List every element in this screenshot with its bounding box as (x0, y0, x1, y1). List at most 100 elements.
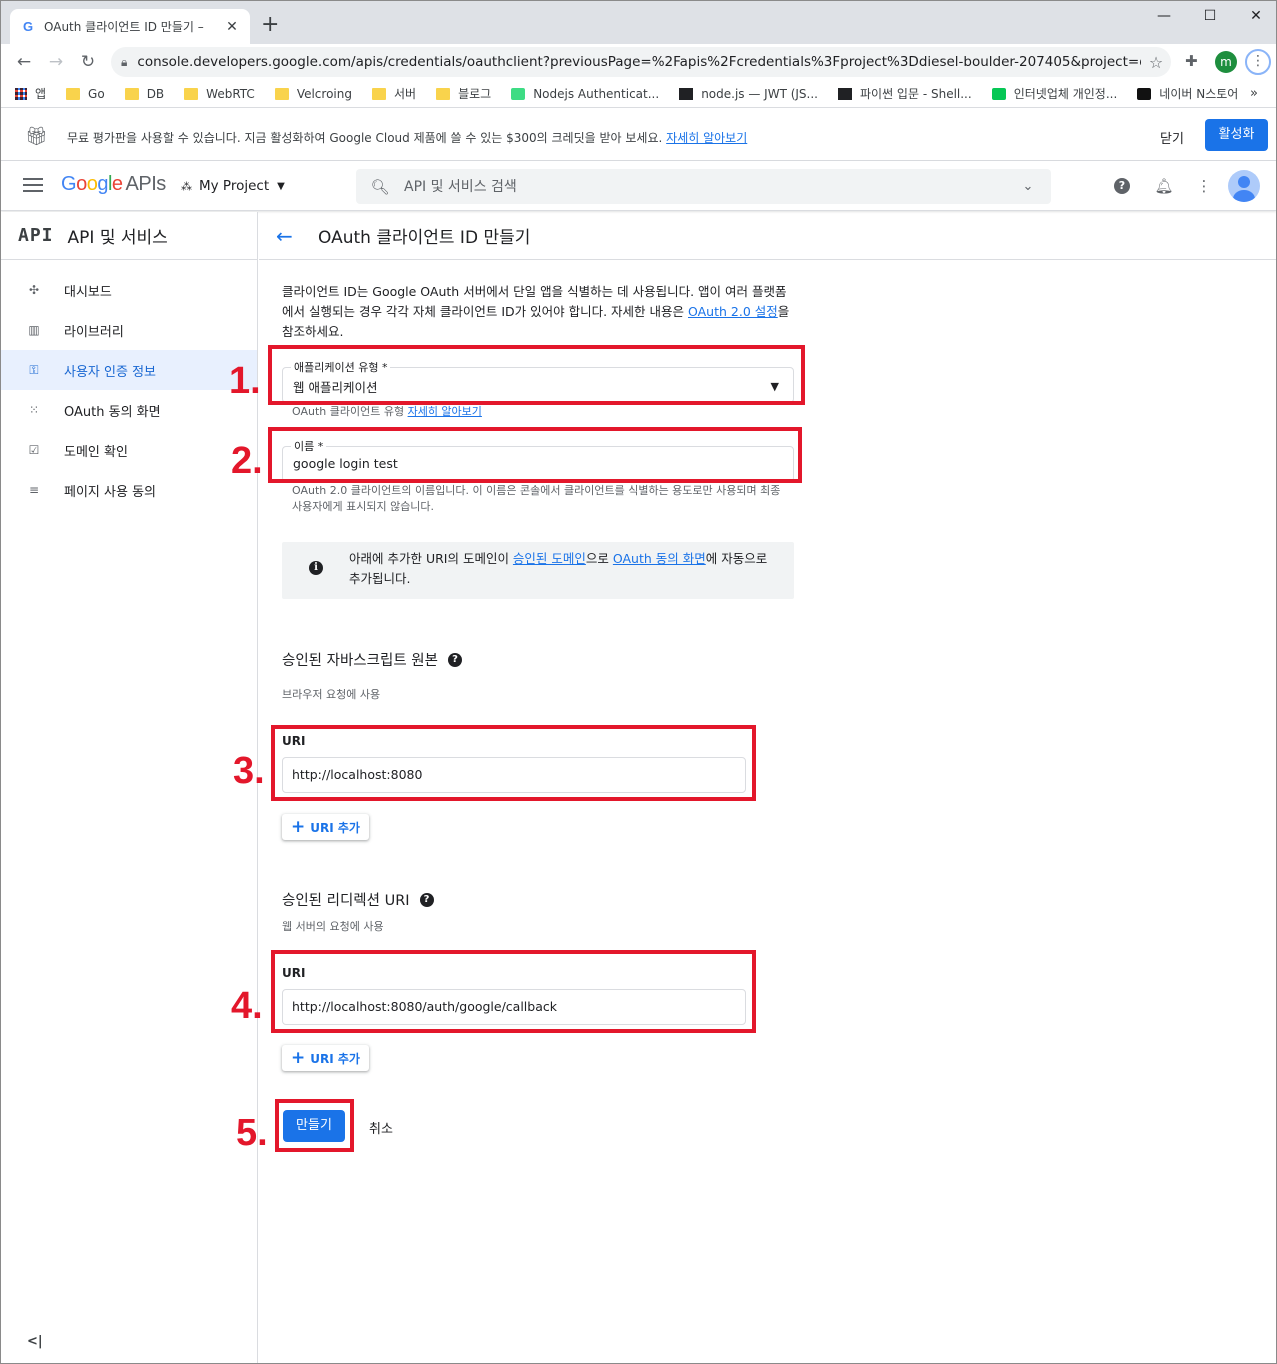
application-type-label: 애플리케이션 유형 * (291, 359, 391, 375)
notifications-icon[interactable]: 🔔︎ (1154, 176, 1174, 196)
search-bar[interactable]: 🔍︎ ⌄ (356, 169, 1051, 204)
redirect-uri-label: URI (282, 966, 306, 980)
bookmark-item[interactable]: WebRTC (184, 87, 255, 101)
google-apis-logo[interactable]: Google APIs (61, 173, 166, 196)
authorized-domains-link[interactable]: 승인된 도메인 (513, 551, 586, 566)
site-icon (511, 87, 526, 100)
page-header: ← OAuth 클라이언트 ID 만들기 (259, 212, 1276, 260)
annotation-step-3: 3. (233, 750, 265, 792)
redirect-uri-field[interactable] (282, 989, 746, 1025)
library-icon: ▥ (28, 323, 40, 337)
back-icon[interactable]: ← (13, 51, 35, 73)
redirect-uri-input[interactable] (292, 999, 732, 1014)
new-tab-icon[interactable]: + (261, 13, 279, 37)
info-text: 아래에 추가한 URI의 도메인이 승인된 도메인으로 OAuth 동의 화면에… (349, 551, 768, 586)
add-redirect-uri-button[interactable]: + URI 추가 (282, 1045, 369, 1071)
bookmark-item[interactable]: Velcroing (274, 87, 352, 101)
name-label: 이름 * (291, 438, 327, 454)
bookmarks-bar: 앱 Go DB WebRTC Velcroing 서버 블로그 Nodejs A… (1, 80, 1276, 108)
project-name: My Project (199, 178, 270, 194)
js-origin-uri-input[interactable] (292, 767, 732, 782)
key-icon: ⚿ (29, 362, 39, 377)
help-icon[interactable]: ? (447, 652, 462, 667)
application-type-value: 웹 애플리케이션 (293, 380, 378, 395)
bookmark-item[interactable]: 인터넷업체 개인정... (991, 85, 1117, 102)
collapse-sidebar-icon[interactable]: <| (27, 1334, 43, 1349)
minimize-icon[interactable]: — (1141, 5, 1187, 27)
bookmark-item[interactable]: 앱 (15, 85, 46, 102)
create-button[interactable]: 만들기 (283, 1110, 345, 1142)
redirect-uris-title: 승인된 리디렉션 URI? (282, 889, 434, 910)
sidebar-item-dashboard[interactable]: ✣ 대시보드 (1, 270, 257, 310)
sidebar-item-oauth-consent[interactable]: ⁙ OAuth 동의 화면 (1, 390, 257, 430)
folder-icon (371, 87, 386, 100)
dropdown-arrow-icon: ▼ (770, 380, 779, 393)
caret-down-icon: ▼ (277, 180, 285, 192)
apps-icon (15, 87, 27, 100)
google-favicon-icon: G (22, 19, 34, 34)
sidebar-item-credentials[interactable]: ⚿ 사용자 인증 정보 (1, 350, 257, 390)
browser-menu-icon[interactable]: ⋮ (1245, 49, 1271, 75)
bookmark-item[interactable]: 서버 (371, 85, 416, 102)
name-value[interactable]: google login test (293, 456, 398, 471)
folder-icon (124, 87, 139, 100)
info-notice: i 아래에 추가한 URI의 도메인이 승인된 도메인으로 OAuth 동의 화… (282, 542, 794, 599)
extensions-icon[interactable]: ✚ (1185, 52, 1198, 70)
sidebar-item-domain-verification[interactable]: ☑ 도메인 확인 (1, 430, 257, 470)
bookmark-item[interactable]: Go (66, 87, 105, 101)
bookmark-item[interactable]: DB (124, 87, 164, 101)
js-origins-title: 승인된 자바스크립트 원본? (282, 649, 462, 670)
cancel-button[interactable]: 취소 (369, 1118, 393, 1137)
tab-strip: G OAuth 클라이언트 ID 만들기 – ✕ + — ☐ ✕ (1, 1, 1276, 44)
menu-icon[interactable] (23, 178, 43, 192)
chevron-down-icon[interactable]: ⌄ (1005, 179, 1051, 194)
maximize-icon[interactable]: ☐ (1187, 5, 1233, 27)
learn-more-link[interactable]: 자세히 알아보기 (666, 131, 747, 145)
site-icon (838, 87, 852, 100)
browser-toolbar: ← → ↻ 🔒︎ console.developers.google.com/a… (1, 44, 1276, 80)
bookmark-item[interactable]: node.js — JWT (JS... (679, 87, 818, 101)
search-input[interactable] (404, 178, 1005, 195)
add-js-origin-uri-button[interactable]: + URI 추가 (282, 814, 369, 840)
learn-more-link[interactable]: 자세히 알아보기 (408, 405, 482, 418)
dismiss-button[interactable]: 닫기 (1160, 128, 1184, 147)
help-icon[interactable]: ? (1114, 178, 1130, 194)
browser-tab[interactable]: G OAuth 클라이언트 ID 만들기 – ✕ (10, 9, 250, 44)
application-type-select[interactable]: 애플리케이션 유형 * 웹 애플리케이션 ▼ (282, 359, 794, 403)
user-avatar[interactable] (1228, 170, 1260, 202)
help-icon[interactable]: ? (419, 892, 434, 907)
forward-icon[interactable]: → (45, 51, 67, 73)
project-icon: ⁂ (181, 179, 192, 193)
address-bar[interactable]: 🔒︎ console.developers.google.com/apis/cr… (111, 47, 1171, 77)
browser-window: G OAuth 클라이언트 ID 만들기 – ✕ + — ☐ ✕ ← → ↻ 🔒… (0, 0, 1277, 1364)
intro-text: 클라이언트 ID는 Google OAuth 서버에서 단일 앱을 식별하는 데… (282, 284, 790, 339)
folder-icon (66, 87, 81, 100)
close-window-icon[interactable]: ✕ (1233, 5, 1276, 27)
bookmark-item[interactable]: 파이썬 입문 - Shell... (838, 85, 972, 102)
folder-icon (436, 87, 451, 100)
more-bookmarks-icon[interactable]: » (1250, 86, 1258, 101)
back-arrow-icon[interactable]: ← (276, 224, 298, 248)
bookmark-item[interactable]: 블로그 (436, 85, 491, 102)
sidebar-item-library[interactable]: ▥ 라이브러리 (1, 310, 257, 350)
reload-icon[interactable]: ↻ (77, 51, 99, 73)
activate-button[interactable]: 활성화 (1205, 119, 1268, 151)
site-icon (679, 87, 694, 100)
site-icon (1137, 87, 1152, 100)
sidebar-item-page-usage-agreements[interactable]: ≡ 페이지 사용 동의 (1, 470, 257, 510)
oauth-consent-link[interactable]: OAuth 동의 화면 (613, 551, 706, 566)
settings-list-icon: ≡ (28, 483, 40, 497)
oauth-setup-link[interactable]: OAuth 2.0 설정 (688, 304, 778, 319)
bookmark-item[interactable]: 네이버 N스토어 (1137, 85, 1238, 102)
search-icon: 🔍︎ (370, 177, 390, 196)
more-options-icon[interactable]: ⋮ (1194, 176, 1214, 196)
js-origin-uri-field[interactable] (282, 757, 746, 793)
info-icon: i (309, 561, 323, 575)
bookmark-item[interactable]: Nodejs Authenticat... (511, 87, 659, 101)
profile-avatar[interactable]: m (1215, 51, 1237, 73)
name-field[interactable]: 이름 * google login test (282, 438, 794, 482)
project-selector[interactable]: ⁂ My Project ▼ (181, 178, 285, 194)
url-text: console.developers.google.com/apis/crede… (137, 54, 1141, 70)
close-tab-icon[interactable]: ✕ (224, 19, 240, 35)
bookmark-star-icon[interactable]: ☆ (1141, 53, 1171, 72)
